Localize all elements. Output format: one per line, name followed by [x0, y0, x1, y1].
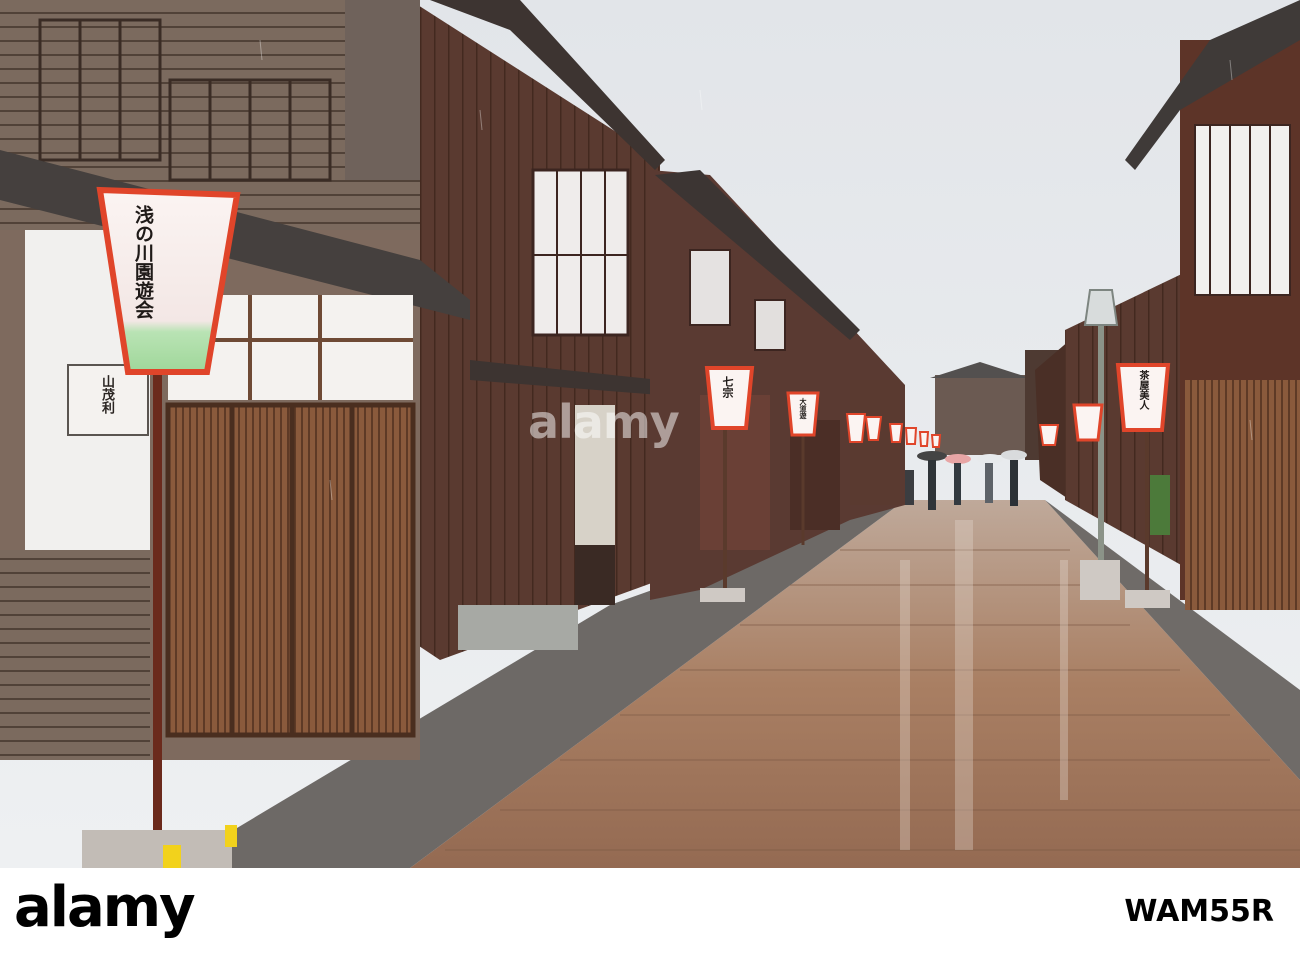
distant-house [935, 375, 1030, 455]
lantern-left-far-text: 大道遊 [799, 398, 808, 419]
lantern-right-near-text: 茶屋美人 [1137, 370, 1148, 410]
lantern-left-near-text: 浅の川園遊会 [132, 205, 154, 319]
alamy-logo: alamy [14, 875, 196, 940]
image-id: WAM55R [1124, 894, 1274, 929]
lantern-right-mid [1072, 403, 1104, 442]
watermark-text: alamy [528, 395, 680, 449]
shop-sign-text: 山茂利 [99, 375, 114, 414]
footer-bar [0, 868, 1300, 956]
lantern-right-far [1038, 424, 1060, 446]
lantern-left-mid-text: 七宗 [721, 376, 734, 398]
